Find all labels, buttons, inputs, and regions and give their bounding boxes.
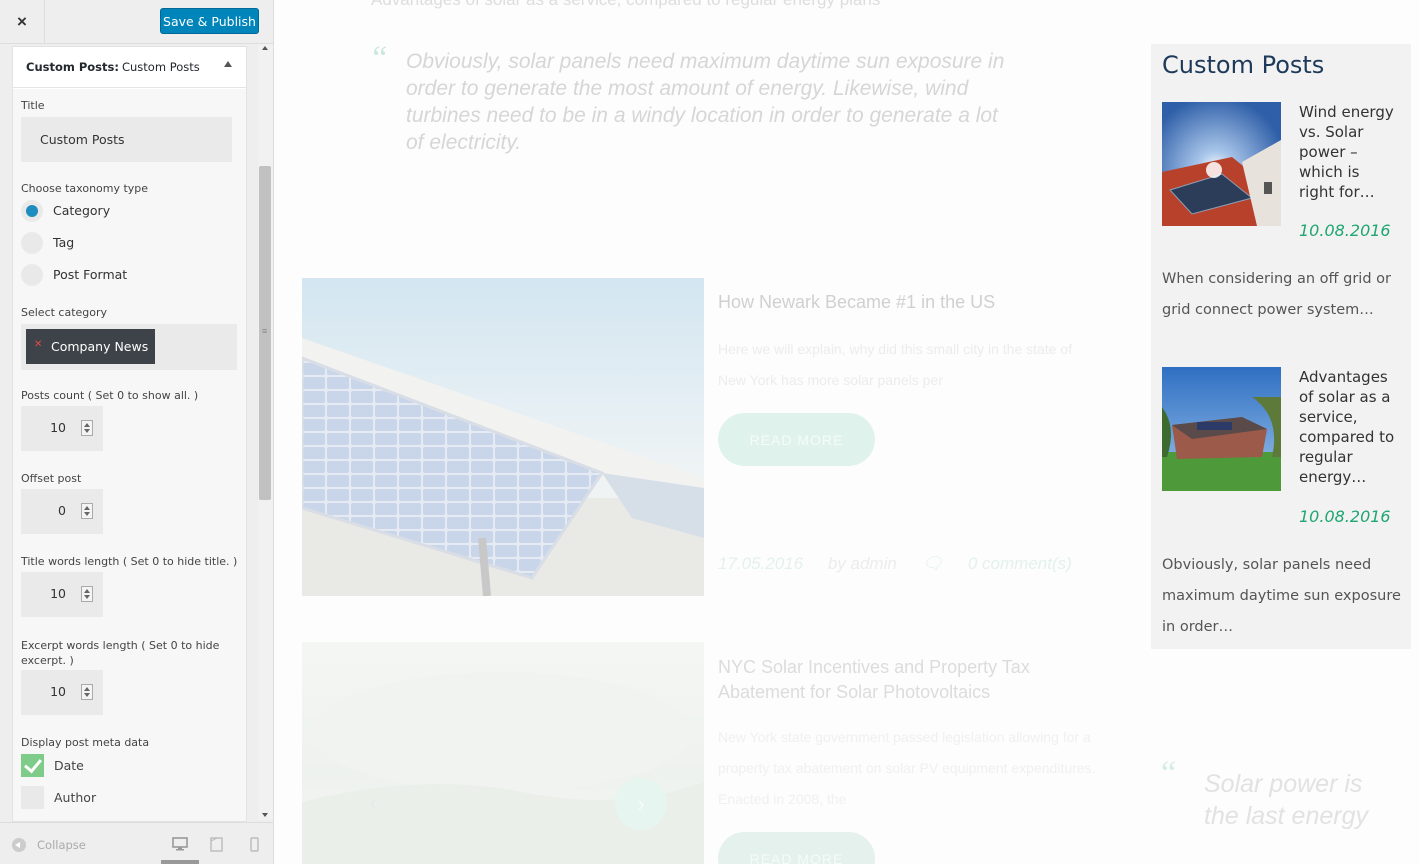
author-checkbox[interactable] [21, 786, 44, 809]
widget-post-thumbnail[interactable] [1162, 102, 1281, 226]
faded-post-title: Advantages of solar as a service, compar… [371, 0, 880, 10]
widget-post-date: 10.08.2016 [1299, 221, 1391, 240]
collapse-icon[interactable] [12, 838, 26, 852]
date-checkbox[interactable] [21, 754, 44, 777]
quote-text: Solar power is the last energy [1204, 770, 1368, 830]
post-excerpt: Here we will explain, why did this small… [718, 341, 1073, 388]
post-author[interactable]: by admin [828, 554, 897, 573]
category-chip: ✕ Company News [26, 329, 155, 364]
grip-icon: ≡ [262, 326, 268, 336]
post-comments[interactable]: 0 comment(s) [968, 554, 1072, 573]
mobile-icon[interactable] [250, 837, 259, 852]
post-excerpt: New York state government passed legisla… [718, 729, 1096, 807]
offset-stepper[interactable]: 0 [21, 489, 103, 534]
radio-category[interactable] [21, 200, 43, 222]
slider-prev-icon[interactable]: ‹ [348, 778, 398, 828]
quote-icon: “ [1161, 755, 1177, 792]
spinner-icon[interactable] [81, 420, 93, 436]
taxonomy-label: Choose taxonomy type [21, 182, 149, 195]
category-chip-label: Company News [51, 339, 149, 354]
offset-label: Offset post [21, 472, 82, 485]
radio-tag-label: Tag [53, 235, 75, 250]
widget-header[interactable]: Custom Posts: Custom Posts [13, 47, 246, 88]
widget-title: Custom Posts [1162, 51, 1325, 79]
customizer-footer: Collapse [0, 822, 273, 864]
category-select[interactable]: ✕ Company News [21, 324, 237, 370]
customizer-scrollbar[interactable]: ≡ [258, 44, 273, 820]
excerpt-words-label: Excerpt words length ( Set 0 to hide exc… [21, 639, 220, 667]
title-words-stepper[interactable]: 10 [21, 572, 103, 617]
title-label: Title [21, 99, 45, 112]
spinner-icon[interactable] [81, 586, 93, 602]
widget-type-label: Custom Posts: [26, 60, 119, 74]
author-checkbox-label: Author [54, 790, 97, 805]
date-checkbox-label: Date [54, 758, 84, 773]
collapse-button[interactable]: Collapse [37, 838, 86, 852]
quote-text: Obviously, solar panels need maximum day… [406, 50, 1005, 154]
posts-count-stepper[interactable]: 10 [21, 406, 103, 451]
save-publish-button[interactable]: Save & Publish [160, 8, 259, 34]
widget-post-title[interactable]: Wind energy vs. Solar power – which is r… [1299, 102, 1399, 202]
radio-post-format[interactable] [21, 264, 43, 286]
offset-value: 0 [58, 503, 66, 518]
widget-instance-label: Custom Posts [121, 60, 200, 74]
title-words-label: Title words length ( Set 0 to hide title… [21, 555, 238, 568]
tablet-icon[interactable] [210, 837, 223, 852]
widget-form: Title Custom Posts Choose taxonomy type … [13, 89, 246, 821]
title-words-value: 10 [50, 586, 66, 601]
excerpt-words-stepper[interactable]: 10 [21, 670, 103, 715]
slider-next-icon[interactable]: › [615, 778, 667, 830]
spinner-icon[interactable] [81, 684, 93, 700]
read-more-button[interactable]: READ MORE [718, 832, 875, 864]
site-preview: Advantages of solar as a service, compar… [274, 0, 1419, 864]
radio-category-label: Category [53, 203, 111, 218]
customizer-sidebar: × Save & Publish Custom Posts: Custom Po… [0, 0, 274, 864]
widget-post-thumbnail[interactable] [1162, 367, 1281, 491]
widget-post-date: 10.08.2016 [1299, 507, 1391, 526]
widget-panel: Custom Posts: Custom Posts Title Custom … [12, 46, 247, 822]
widget-post-excerpt: When considering an off grid or grid con… [1162, 271, 1391, 318]
custom-posts-widget: Custom Posts Wind energy vs. Solar power… [1151, 44, 1411, 649]
post-title[interactable]: NYC Solar Incentives and Property Tax Ab… [718, 655, 1098, 705]
radio-tag[interactable] [21, 232, 43, 254]
radio-post-format-label: Post Format [53, 267, 128, 282]
posts-count-value: 10 [50, 420, 66, 435]
post-meta: 17.05.2016 by admin 🗨 0 comment(s) [718, 554, 1092, 574]
quote-icon: “ [369, 40, 388, 77]
category-label: Select category [21, 306, 108, 319]
post-date: 17.05.2016 [718, 554, 804, 573]
remove-icon[interactable]: ✕ [34, 339, 42, 350]
title-input[interactable]: Custom Posts [21, 117, 232, 162]
scrollbar-thumb[interactable]: ≡ [259, 166, 271, 500]
read-more-button[interactable]: READ MORE [718, 413, 875, 466]
widget-post-excerpt: Obviously, solar panels need maximum day… [1162, 557, 1401, 635]
meta-label: Display post meta data [21, 736, 150, 749]
widget-collapse-icon[interactable] [224, 61, 232, 67]
desktop-icon[interactable] [172, 837, 188, 851]
active-device-indicator [161, 860, 199, 864]
post-title[interactable]: How Newark Became #1 in the US [718, 292, 995, 313]
close-icon[interactable]: × [0, 0, 45, 44]
excerpt-words-value: 10 [50, 684, 66, 699]
spinner-icon[interactable] [81, 503, 93, 519]
post-thumbnail-solar-panels[interactable] [302, 278, 704, 596]
widget-post-title[interactable]: Advantages of solar as a service, compar… [1299, 367, 1399, 487]
scroll-down-icon[interactable] [262, 813, 268, 817]
comment-icon: 🗨 [921, 554, 944, 573]
posts-count-label: Posts count ( Set 0 to show all. ) [21, 389, 199, 402]
post-thumbnail-landscape[interactable] [302, 642, 704, 864]
scroll-up-icon[interactable] [262, 46, 268, 50]
customizer-header: × Save & Publish [0, 0, 273, 44]
